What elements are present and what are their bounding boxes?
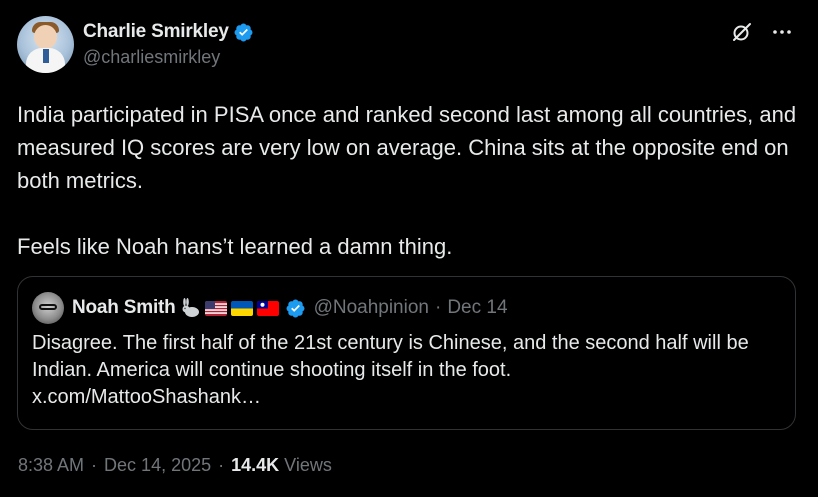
us-flag-icon <box>204 300 227 316</box>
meta-separator-2: · <box>218 455 225 475</box>
rabbit-icon <box>182 298 199 317</box>
tweet-date[interactable]: Dec 14, 2025 <box>104 455 211 476</box>
quoted-verified-badge-icon[interactable] <box>285 298 306 319</box>
quoted-tweet-header: Noah Smith @Noahpinion · Dec 14 <box>32 291 781 325</box>
tweet: Charlie Smirkley @charliesmirkley India … <box>0 0 818 497</box>
tweet-header: Charlie Smirkley @charliesmirkley <box>17 16 801 76</box>
tweet-time[interactable]: 8:38 AM <box>18 455 84 476</box>
quoted-author-emojis <box>180 298 283 318</box>
quoted-separator: · <box>434 297 442 318</box>
quoted-author-avatar[interactable] <box>32 292 64 324</box>
author-handle[interactable]: @charliesmirkley <box>83 47 254 68</box>
quoted-date[interactable]: Dec 14 <box>447 297 507 319</box>
taiwan-flag-icon <box>256 300 279 316</box>
meta-separator: · <box>91 455 98 475</box>
grok-icon[interactable] <box>730 20 754 44</box>
views-label: Views <box>284 455 332 475</box>
tweet-actions-top <box>730 20 794 44</box>
quoted-tweet-text: Disagree. The first half of the 21st cen… <box>32 332 749 408</box>
tweet-text: India participated in PISA once and rank… <box>17 102 797 259</box>
quoted-author-handle[interactable]: @Noahpinion <box>314 297 429 319</box>
author-avatar[interactable] <box>17 16 74 73</box>
author-display-name[interactable]: Charlie Smirkley <box>83 21 229 43</box>
more-icon[interactable] <box>770 20 794 44</box>
tweet-meta: 8:38 AM · Dec 14, 2025 · 14.4K Views <box>18 455 332 476</box>
author-names: Charlie Smirkley @charliesmirkley <box>83 16 254 68</box>
quoted-author-display-name[interactable]: Noah Smith <box>72 297 176 319</box>
ukraine-flag-icon <box>230 300 253 316</box>
views-count[interactable]: 14.4K <box>231 455 279 476</box>
verified-badge-icon[interactable] <box>233 22 254 43</box>
quoted-tweet[interactable]: Noah Smith @Noahpinion · Dec 14 Disagree… <box>17 276 796 430</box>
